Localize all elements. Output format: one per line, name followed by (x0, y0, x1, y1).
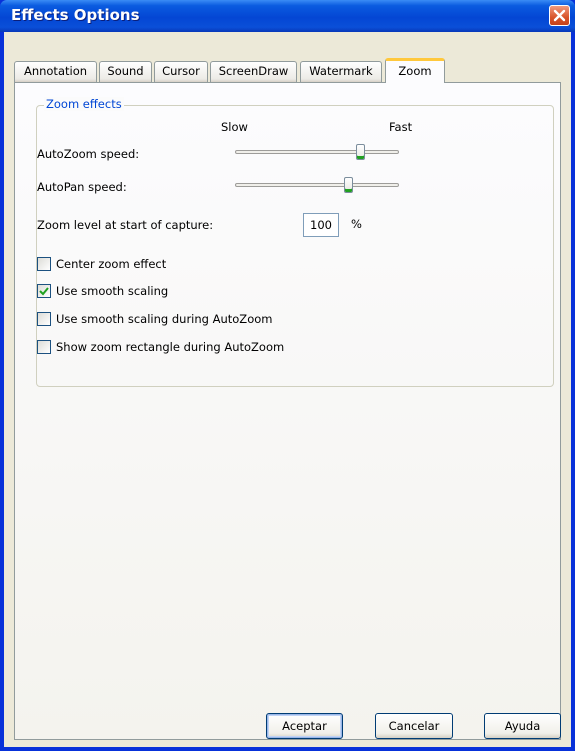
close-icon (553, 9, 566, 22)
title-bar[interactable]: Effects Options (0, 0, 575, 32)
show-zoom-rectangle-checkbox[interactable] (37, 340, 51, 354)
help-button[interactable]: Ayuda (484, 713, 561, 739)
autopan-speed-label: AutoPan speed: (37, 180, 127, 194)
use-smooth-scaling-checkbox[interactable] (37, 284, 51, 298)
window-title: Effects Options (11, 6, 140, 24)
tab-screendraw[interactable]: ScreenDraw (210, 61, 297, 82)
zoom-tab-panel: Zoom effects Slow Fast AutoZoom speed: A… (14, 82, 561, 740)
smooth-scaling-during-autozoom-checkbox[interactable] (37, 312, 51, 326)
zoom-effects-group-title: Zoom effects (44, 97, 124, 111)
checkmark-icon (39, 287, 49, 296)
zoom-level-label: Zoom level at start of capture: (37, 218, 214, 232)
use-smooth-scaling-label: Use smooth scaling (56, 284, 169, 298)
ok-button[interactable]: Aceptar (266, 713, 343, 739)
zoom-level-unit: % (351, 217, 362, 231)
center-zoom-effect-checkbox[interactable] (37, 257, 51, 271)
autozoom-slider-thumb[interactable] (355, 144, 365, 160)
autozoom-speed-label: AutoZoom speed: (37, 147, 140, 161)
slider-scale-slow-label: Slow (221, 120, 248, 134)
dialog-body: Annotation Sound Cursor ScreenDraw Water… (4, 32, 571, 747)
tab-sound[interactable]: Sound (99, 61, 152, 82)
tab-zoom[interactable]: Zoom (385, 58, 445, 83)
tab-watermark[interactable]: Watermark (300, 61, 382, 82)
cancel-button[interactable]: Cancelar (375, 713, 453, 739)
smooth-scaling-during-autozoom-label: Use smooth scaling during AutoZoom (56, 312, 273, 326)
tab-cursor[interactable]: Cursor (154, 61, 208, 82)
tab-annotation[interactable]: Annotation (14, 61, 97, 82)
close-button[interactable] (549, 5, 570, 26)
autopan-slider-track (235, 183, 399, 187)
center-zoom-effect-label: Center zoom effect (56, 257, 167, 271)
autozoom-slider-track (235, 150, 399, 154)
zoom-level-input[interactable] (303, 213, 339, 237)
autopan-slider-thumb[interactable] (343, 177, 353, 193)
show-zoom-rectangle-label: Show zoom rectangle during AutoZoom (56, 340, 285, 354)
slider-scale-fast-label: Fast (389, 120, 413, 134)
effects-options-window: Effects Options Annotation Sound Cursor … (0, 0, 575, 751)
